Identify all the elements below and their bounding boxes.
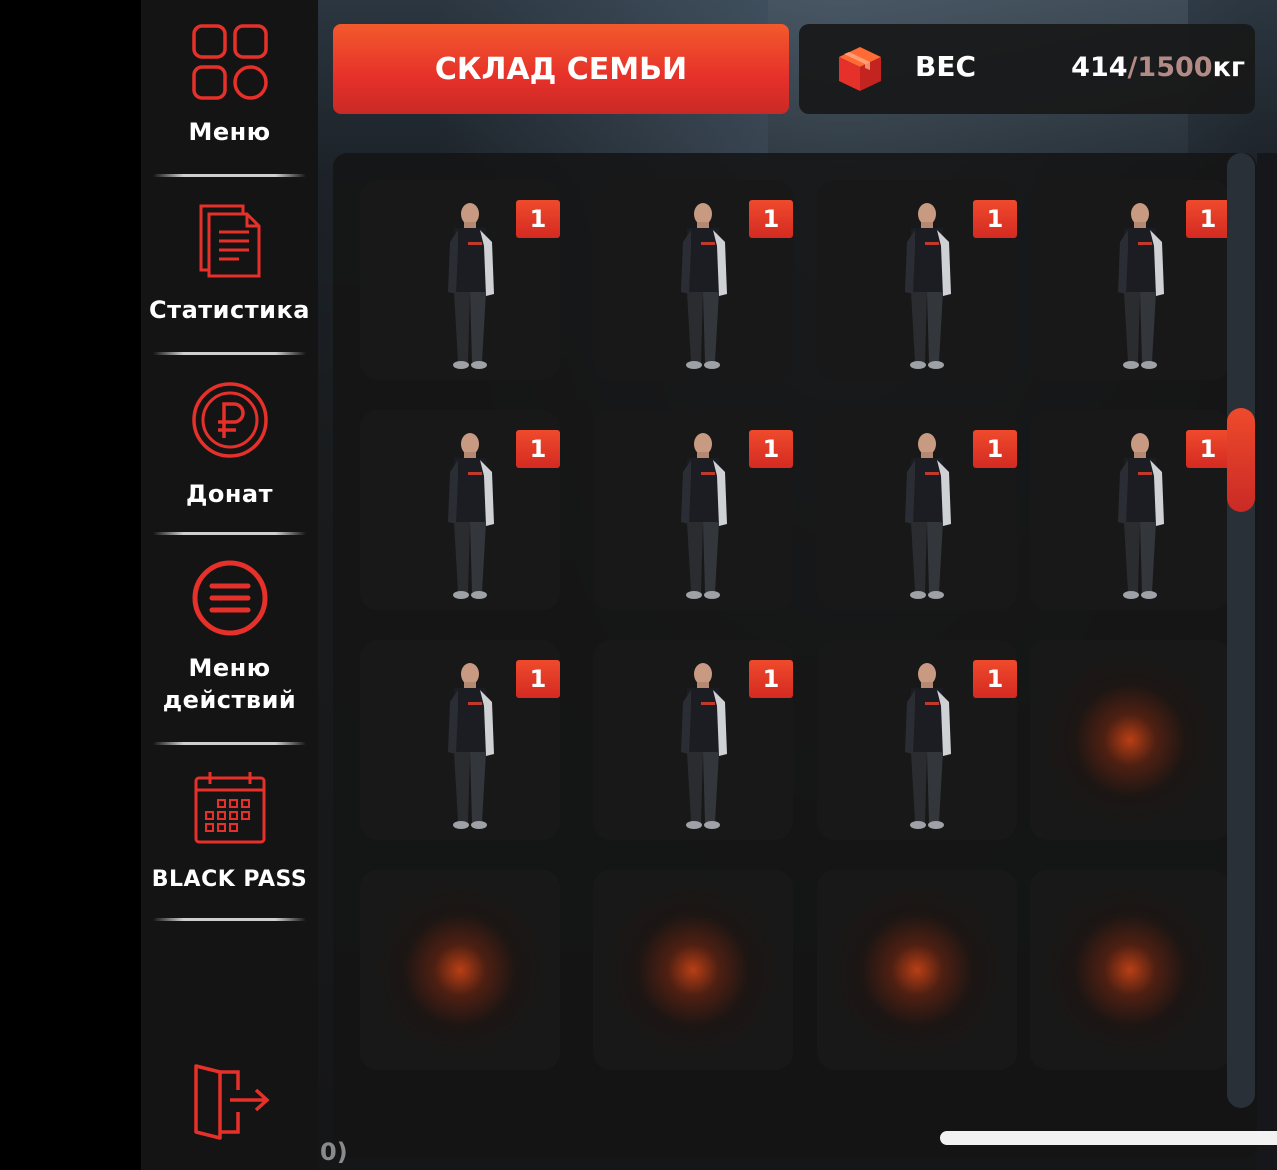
character-skin-icon [897,432,957,606]
sidebar-item-label: Меню [188,118,271,146]
sidebar-item-statistics[interactable]: Статистика [141,198,318,326]
item-count-badge: 1 [516,660,560,698]
weight-value: 414/1500кг [1071,52,1245,83]
left-letterbox [0,0,141,1170]
item-count-badge: 1 [749,430,793,468]
item-count-badge: 1 [749,660,793,698]
ruble-coin-icon [191,382,268,458]
grid-menu-icon [191,24,268,100]
item-count-badge: 1 [749,200,793,238]
inventory-slot[interactable]: 1 [360,410,560,610]
inventory-slot[interactable]: 1 [360,180,560,380]
inventory-slot[interactable]: 1 [817,640,1017,840]
empty-inventory-slot[interactable] [1030,870,1230,1070]
character-skin-icon [440,202,500,376]
empty-inventory-slot[interactable] [593,870,793,1070]
inventory-slot[interactable]: 1 [817,410,1017,610]
character-skin-icon [673,202,733,376]
sidebar: Меню Статистика Донат Меню действий BLAC… [141,0,318,1170]
weight-current: 414 [1071,52,1128,83]
sidebar-item-label: Донат [185,480,274,508]
sidebar-item-label: BLACK PASS [151,867,308,892]
stray-text: 0) [320,1138,348,1166]
action-menu-icon [192,560,267,636]
sidebar-item-action-menu[interactable]: Меню действий [141,558,318,716]
exit-door-icon [193,1064,270,1140]
character-skin-icon [440,432,500,606]
inventory-grid: 1 1 1 1 1 1 1 1 1 1 1 [333,153,1257,1158]
weight-unit: кг [1212,52,1245,83]
item-count-badge: 1 [1186,430,1230,468]
character-skin-icon [897,662,957,836]
weight-max: /1500 [1127,52,1213,83]
background-edge [1257,153,1277,1170]
sidebar-divider [153,918,306,921]
character-skin-icon [673,662,733,836]
character-skin-icon [1110,202,1170,376]
sidebar-divider [153,532,306,535]
sidebar-item-label: Статистика [149,296,310,324]
empty-inventory-slot[interactable] [360,870,560,1070]
sidebar-item-black-pass[interactable]: BLACK PASS [141,770,318,896]
empty-inventory-slot[interactable] [1030,640,1230,840]
calendar-icon [194,772,265,844]
item-count-badge: 1 [973,660,1017,698]
inventory-slot[interactable]: 1 [1030,180,1230,380]
inventory-slot[interactable]: 1 [360,640,560,840]
box-icon [839,47,881,91]
scrollbar-thumb[interactable] [1227,408,1255,512]
character-skin-icon [440,662,500,836]
family-storage-title[interactable]: СКЛАД СЕМЬИ [333,24,789,114]
item-count-badge: 1 [1186,200,1230,238]
inventory-slot[interactable]: 1 [817,180,1017,380]
documents-icon [199,204,260,278]
character-skin-icon [673,432,733,606]
character-skin-icon [1110,432,1170,606]
sidebar-divider [153,174,306,177]
exit-button[interactable] [141,1062,318,1142]
character-skin-icon [897,202,957,376]
item-count-badge: 1 [973,200,1017,238]
sidebar-divider [153,742,306,745]
sidebar-item-label-line2: действий [162,686,297,714]
inventory-slot[interactable]: 1 [593,180,793,380]
sidebar-divider [153,352,306,355]
sidebar-item-menu[interactable]: Меню [141,22,318,148]
sidebar-item-donate[interactable]: Донат [141,380,318,510]
inventory-slot[interactable]: 1 [593,410,793,610]
sidebar-item-label-line1: Меню [188,654,271,682]
home-indicator [940,1131,1277,1145]
item-count-badge: 1 [516,200,560,238]
empty-inventory-slot[interactable] [817,870,1017,1070]
inventory-slot[interactable]: 1 [1030,410,1230,610]
weight-panel: ВЕС 414/1500кг [799,24,1255,114]
inventory-slot[interactable]: 1 [593,640,793,840]
item-count-badge: 1 [516,430,560,468]
scrollbar[interactable] [1227,153,1255,1108]
weight-label: ВЕС [915,50,977,83]
item-count-badge: 1 [973,430,1017,468]
